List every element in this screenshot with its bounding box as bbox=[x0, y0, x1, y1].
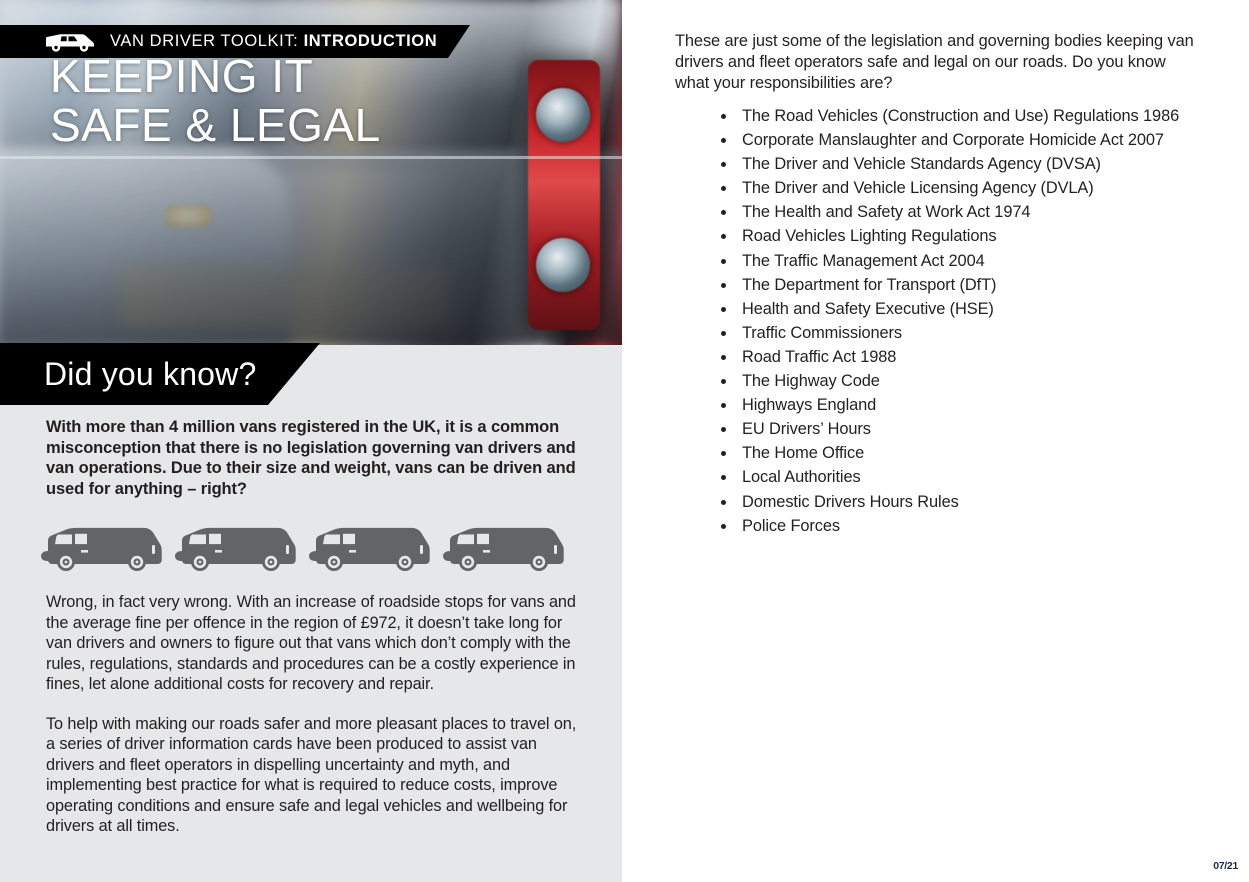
van-silhouette-icon bbox=[175, 528, 296, 572]
list-item: EU Drivers’ Hours bbox=[715, 417, 1185, 441]
did-you-know-banner: Did you know? bbox=[0, 343, 320, 405]
intro-paragraph: These are just some of the legislation a… bbox=[675, 32, 1194, 92]
right-column: These are just some of the legislation a… bbox=[622, 0, 1249, 882]
hero-photo: VAN DRIVER TOOLKIT: INTRODUCTION KEEPING… bbox=[0, 0, 622, 345]
list-item: The Home Office bbox=[715, 441, 1185, 465]
toolkit-prefix: VAN DRIVER TOOLKIT: bbox=[110, 32, 304, 50]
page-title-line2: SAFE & LEGAL bbox=[50, 99, 381, 151]
information-sheet-page: VAN DRIVER TOOLKIT: INTRODUCTION KEEPING… bbox=[0, 0, 1249, 882]
list-item: The Road Vehicles (Construction and Use)… bbox=[715, 104, 1185, 128]
page-title: KEEPING IT SAFE & LEGAL bbox=[50, 52, 381, 150]
fine-print-line-2: It may not be amended in any way | Copyr… bbox=[1244, 848, 1249, 860]
page-number: 07/21 bbox=[1213, 860, 1238, 872]
page-title-line1: KEEPING IT bbox=[50, 50, 314, 102]
did-you-know-label: Did you know? bbox=[44, 355, 257, 392]
toolkit-tag-label: VAN DRIVER TOOLKIT: INTRODUCTION bbox=[110, 32, 437, 51]
van-silhouette-row bbox=[36, 521, 578, 573]
list-item: Road Traffic Act 1988 bbox=[715, 345, 1185, 369]
list-item: The Health and Safety at Work Act 1974 bbox=[715, 200, 1185, 224]
tail-light-detail bbox=[528, 60, 600, 330]
list-item: The Highway Code bbox=[715, 369, 1185, 393]
list-item: Police Forces bbox=[715, 514, 1185, 538]
left-column: VAN DRIVER TOOLKIT: INTRODUCTION KEEPING… bbox=[0, 0, 622, 882]
list-item: The Traffic Management Act 2004 bbox=[715, 249, 1185, 273]
fine-print-line-1: This information sheet is free for emplo… bbox=[1244, 836, 1249, 848]
left-body-content: With more than 4 million vans registered… bbox=[41, 417, 578, 837]
fine-print: This information sheet is free for emplo… bbox=[1244, 836, 1249, 875]
van-silhouette-icon bbox=[309, 528, 430, 572]
lead-paragraph: With more than 4 million vans registered… bbox=[46, 418, 576, 498]
list-item: The Department for Transport (DfT) bbox=[715, 273, 1185, 297]
list-item: The Driver and Vehicle Licensing Agency … bbox=[715, 176, 1185, 200]
list-item: Local Authorities bbox=[715, 465, 1185, 489]
list-item: Highways England bbox=[715, 393, 1185, 417]
list-item: The Driver and Vehicle Standards Agency … bbox=[715, 152, 1185, 176]
body-paragraph-2: To help with making our roads safer and … bbox=[46, 714, 577, 836]
list-item: Road Vehicles Lighting Regulations bbox=[715, 224, 1185, 248]
list-item: Corporate Manslaughter and Corporate Hom… bbox=[715, 128, 1185, 152]
van-silhouette-icon bbox=[41, 528, 162, 572]
toolkit-section: INTRODUCTION bbox=[303, 32, 438, 50]
list-item: Domestic Drivers Hours Rules bbox=[715, 490, 1185, 514]
toolkit-url[interactable]: www.drivingforbetterbusiness.com/van-dri… bbox=[1244, 861, 1249, 875]
list-item: Traffic Commissioners bbox=[715, 321, 1185, 345]
list-item: Health and Safety Executive (HSE) bbox=[715, 297, 1185, 321]
body-paragraph-1: Wrong, in fact very wrong. With an incre… bbox=[46, 593, 576, 694]
legislation-list: The Road Vehicles (Construction and Use)… bbox=[715, 104, 1185, 538]
van-silhouette-icon bbox=[443, 528, 564, 572]
